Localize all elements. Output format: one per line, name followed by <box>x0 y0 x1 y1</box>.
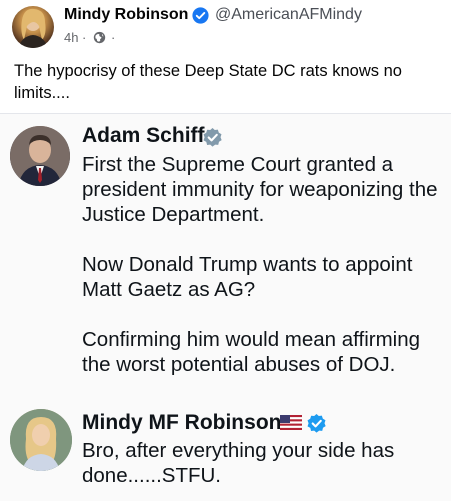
meta-separator: · <box>82 30 87 45</box>
schiff-avatar-image <box>10 126 70 186</box>
audience-globe-icon[interactable] <box>93 31 106 44</box>
tweet-author-name: Adam Schiff <box>82 124 205 147</box>
author-handle[interactable]: @AmericanAFMindy <box>215 6 362 24</box>
tweet-avatar-mindy <box>10 409 72 471</box>
author-avatar-image <box>18 8 48 48</box>
verified-badge-icon <box>192 7 209 24</box>
author-name[interactable]: Mindy Robinson <box>64 6 188 24</box>
embedded-image[interactable]: Adam Schiff First the Supreme Court gran… <box>0 113 451 501</box>
tweet-avatar-schiff <box>10 126 70 186</box>
post-text: The hypocrisy of these Deep State DC rat… <box>14 62 402 102</box>
reply-author-name: Mindy MF Robinson <box>82 411 282 434</box>
post-header: Mindy Robinson @AmericanAFMindy 4h · · <box>0 0 451 60</box>
us-flag-icon <box>280 415 302 430</box>
post-timestamp[interactable]: 4h <box>64 30 78 45</box>
tweet-text: First the Supreme Court granted a presid… <box>82 153 438 376</box>
meta-separator-trailing: · <box>111 30 116 45</box>
author-avatar[interactable] <box>12 6 54 48</box>
mindy-avatar-image <box>10 409 72 471</box>
verified-badge-icon <box>307 413 326 433</box>
gray-verified-badge-icon <box>203 127 222 147</box>
reply-text: Bro, after everything your side has done… <box>82 439 395 487</box>
